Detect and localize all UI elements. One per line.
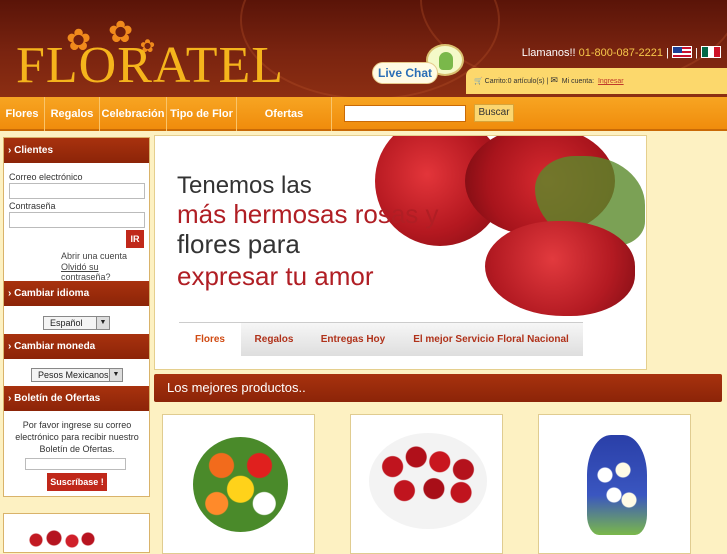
banner-tab-entregas-hoy[interactable]: Entregas Hoy xyxy=(307,323,399,357)
email-field[interactable] xyxy=(9,183,145,199)
login-submit-button[interactable]: IR xyxy=(126,230,144,248)
call-label: Llamanos!! xyxy=(521,47,576,59)
nav-item-regalos[interactable]: Regalos xyxy=(45,97,100,131)
mail-icon[interactable]: ✉ xyxy=(550,75,558,85)
mexico-flag-icon[interactable] xyxy=(701,46,721,58)
cart-text[interactable]: Carrito:0 artículo(s) xyxy=(485,78,545,85)
chevron-down-icon: ▼ xyxy=(109,369,122,381)
banner-tab-flores[interactable]: Flores xyxy=(179,323,241,357)
account-label: Mi cuenta: xyxy=(561,78,595,85)
product-card[interactable] xyxy=(538,414,691,554)
language-select[interactable]: Español ▼ xyxy=(43,316,110,330)
create-account-link[interactable]: Abrir una cuenta xyxy=(61,251,127,261)
cart-icon[interactable]: 🛒 xyxy=(474,78,483,85)
nav-item-tipo-de-flor[interactable]: Tipo de Flor xyxy=(167,97,237,131)
banner-tab-servicio-floral[interactable]: El mejor Servicio Floral Nacional xyxy=(399,323,583,357)
mixed-flowers-image xyxy=(193,437,288,532)
clientes-header: › Clientes xyxy=(4,138,149,163)
login-link[interactable]: Ingresar xyxy=(598,78,624,85)
red-roses-image xyxy=(369,433,487,529)
cart-bar: 🛒 Carrito:0 artículo(s) | ✉ Mi cuenta: I… xyxy=(466,68,727,94)
sidebar-product-preview[interactable] xyxy=(3,513,150,553)
search-input[interactable] xyxy=(344,105,466,122)
product-card[interactable] xyxy=(350,414,503,554)
separator: | xyxy=(666,47,669,59)
white-blue-bouquet-image xyxy=(587,435,647,535)
roses-image xyxy=(26,530,96,552)
us-flag-icon[interactable] xyxy=(672,46,693,58)
newsletter-header: › Boletín de Ofertas xyxy=(4,386,149,411)
live-chat-button[interactable]: Live Chat xyxy=(372,62,438,84)
product-card[interactable] xyxy=(162,414,315,554)
newsletter-text: Por favor ingrese su correo electrónico … xyxy=(15,420,139,454)
banner-line-4: expresar tu amor xyxy=(177,261,374,291)
site-logo[interactable]: FLORATEL xyxy=(16,40,284,92)
banner-tabs: Flores Regalos Entregas Hoy El mejor Ser… xyxy=(179,322,583,357)
currency-select[interactable]: Pesos Mexicanos ▼ xyxy=(31,368,123,382)
site-header: ✿ ✿ ✿ FLORATEL Live Chat Llamanos!! 01-8… xyxy=(0,0,727,97)
main-nav: Flores Regalos Celebración Tipo de Flor … xyxy=(0,97,727,154)
phone-number: 01-800-087-2221 xyxy=(578,47,664,59)
chevron-down-icon: ▼ xyxy=(96,317,109,329)
banner-tab-regalos[interactable]: Regalos xyxy=(241,323,307,357)
contact-bar: Llamanos!! 01-800-087-2221 | | xyxy=(522,46,721,59)
separator: | xyxy=(695,47,698,59)
nav-item-flores[interactable]: Flores xyxy=(0,97,45,131)
forgot-password-link[interactable]: Olvidó su contraseña? xyxy=(61,262,149,282)
products-header: Los mejores productos.. xyxy=(154,374,722,402)
banner-line-2: más hermosas rosas y xyxy=(177,199,439,229)
banner-line-3: flores para xyxy=(177,229,300,259)
password-field[interactable] xyxy=(9,212,145,228)
banner-line-1: Tenemos las xyxy=(177,172,312,199)
email-label: Correo electrónico xyxy=(9,172,83,182)
nav-item-celebracion[interactable]: Celebración xyxy=(100,97,167,131)
newsletter-email-field[interactable] xyxy=(25,458,126,470)
separator: | xyxy=(546,78,549,85)
subscribe-button[interactable]: Suscríbase ! xyxy=(47,473,107,491)
heart-petal-image xyxy=(485,221,635,316)
search-button[interactable]: Buscar xyxy=(474,104,514,122)
currency-header: › Cambiar moneda xyxy=(4,334,149,359)
nav-item-ofertas[interactable]: Ofertas Especiales! xyxy=(237,97,332,154)
password-label: Contraseña xyxy=(9,201,56,211)
language-header: › Cambiar idioma xyxy=(4,281,149,306)
sidebar: › Clientes Correo electrónico Contraseña… xyxy=(3,137,150,497)
hero-banner[interactable]: Tenemos las más hermosas rosas y flores … xyxy=(154,135,647,370)
